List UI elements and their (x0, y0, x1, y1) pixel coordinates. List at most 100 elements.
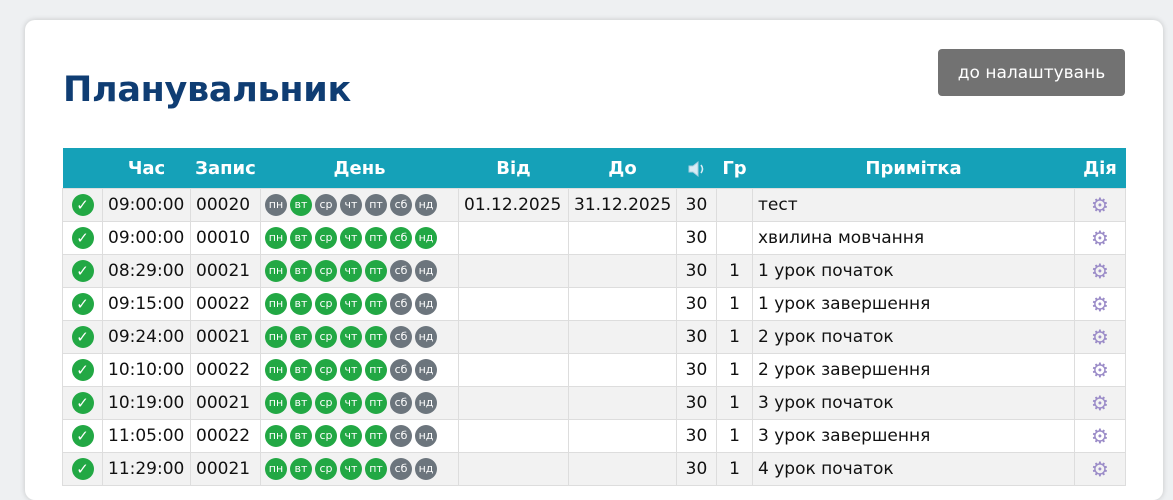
record-cell: 00021 (190, 254, 261, 288)
schedule-table: Час Запис День Від До Гр Примітка Дія ✓ 0… (62, 148, 1126, 486)
day-badge: нд (415, 359, 437, 381)
to-cell (568, 254, 677, 288)
gear-icon[interactable]: ⚙ (1091, 292, 1109, 316)
col-from: Від (458, 148, 569, 189)
enabled-check-icon[interactable]: ✓ (71, 260, 94, 282)
day-badge: пн (265, 425, 287, 447)
status-cell: ✓ (62, 452, 103, 486)
action-cell: ⚙ (1074, 287, 1126, 321)
gear-icon[interactable]: ⚙ (1091, 193, 1109, 217)
col-status (62, 148, 103, 189)
gear-icon[interactable]: ⚙ (1091, 391, 1109, 415)
note-cell: 4 урок початок (752, 452, 1075, 486)
note-cell: 2 урок завершення (752, 353, 1075, 387)
days-cell: пн вт ср чт пт сб нд (260, 221, 459, 255)
day-badge: ср (315, 260, 337, 282)
time-cell: 08:29:00 (102, 254, 191, 288)
day-badge: ср (315, 458, 337, 480)
record-cell: 00022 (190, 353, 261, 387)
gear-icon[interactable]: ⚙ (1091, 457, 1109, 481)
group-cell: 1 (716, 386, 753, 420)
record-cell: 00010 (190, 221, 261, 255)
day-badge: пт (365, 260, 387, 282)
enabled-check-icon[interactable]: ✓ (71, 392, 94, 414)
table-row[interactable]: ✓ 08:29:00 00021 пн вт ср чт пт сб нд 30 1 1 урок по… (62, 254, 1126, 288)
day-badge: пт (365, 227, 387, 249)
status-cell: ✓ (62, 254, 103, 288)
day-badge: вт (290, 425, 312, 447)
day-badge: чт (340, 293, 362, 315)
day-badge: пн (265, 359, 287, 381)
volume-cell: 30 (676, 188, 717, 222)
status-cell: ✓ (62, 386, 103, 420)
settings-button[interactable]: до налаштувань (938, 49, 1125, 96)
table-row[interactable]: ✓ 09:00:00 00020 пн вт ср чт пт сб нд 01.12.2025 31… (62, 188, 1126, 222)
days-cell: пн вт ср чт пт сб нд (260, 419, 459, 453)
to-cell (568, 320, 677, 354)
day-badge: пн (265, 194, 287, 216)
day-badge: сб (390, 458, 412, 480)
time-cell: 09:00:00 (102, 221, 191, 255)
table-row[interactable]: ✓ 09:00:00 00010 пн вт ср чт пт сб нд 30 хвилина мо… (62, 221, 1126, 255)
gear-icon[interactable]: ⚙ (1091, 325, 1109, 349)
enabled-check-icon[interactable]: ✓ (71, 293, 94, 315)
enabled-check-icon[interactable]: ✓ (71, 425, 94, 447)
enabled-check-icon[interactable]: ✓ (71, 194, 94, 216)
enabled-check-icon[interactable]: ✓ (71, 227, 94, 249)
day-badge: сб (390, 392, 412, 414)
action-cell: ⚙ (1074, 386, 1126, 420)
col-days: День (260, 148, 459, 189)
volume-cell: 30 (676, 254, 717, 288)
action-cell: ⚙ (1074, 254, 1126, 288)
day-badge: чт (340, 326, 362, 348)
to-cell: 31.12.2025 (568, 188, 677, 222)
day-badge: чт (340, 392, 362, 414)
group-cell (716, 188, 753, 222)
days-cell: пн вт ср чт пт сб нд (260, 452, 459, 486)
table-row[interactable]: ✓ 11:29:00 00021 пн вт ср чт пт сб нд 30 1 4 урок по… (62, 452, 1126, 486)
day-badge: ср (315, 227, 337, 249)
day-badge: чт (340, 425, 362, 447)
table-row[interactable]: ✓ 10:19:00 00021 пн вт ср чт пт сб нд 30 1 3 урок по… (62, 386, 1126, 420)
status-cell: ✓ (62, 221, 103, 255)
gear-icon[interactable]: ⚙ (1091, 226, 1109, 250)
col-volume (676, 148, 717, 189)
day-badge: пн (265, 227, 287, 249)
day-badge: вт (290, 293, 312, 315)
group-cell: 1 (716, 320, 753, 354)
table-row[interactable]: ✓ 11:05:00 00022 пн вт ср чт пт сб нд 30 1 3 урок за… (62, 419, 1126, 453)
scheduler-card: Планувальник до налаштувань Час Запис Де… (25, 20, 1163, 500)
day-badge: нд (415, 293, 437, 315)
status-cell: ✓ (62, 320, 103, 354)
day-badge: пт (365, 293, 387, 315)
day-badge: сб (390, 425, 412, 447)
record-cell: 00022 (190, 419, 261, 453)
table-row[interactable]: ✓ 09:24:00 00021 пн вт ср чт пт сб нд 30 1 2 урок по… (62, 320, 1126, 354)
table-row[interactable]: ✓ 10:10:00 00022 пн вт ср чт пт сб нд 30 1 2 урок за… (62, 353, 1126, 387)
status-cell: ✓ (62, 353, 103, 387)
day-badge: сб (390, 194, 412, 216)
enabled-check-icon[interactable]: ✓ (71, 359, 94, 381)
volume-cell: 30 (676, 221, 717, 255)
action-cell: ⚙ (1074, 452, 1126, 486)
to-cell (568, 221, 677, 255)
enabled-check-icon[interactable]: ✓ (71, 458, 94, 480)
status-cell: ✓ (62, 419, 103, 453)
time-cell: 10:10:00 (102, 353, 191, 387)
group-cell: 1 (716, 452, 753, 486)
day-badge: пн (265, 260, 287, 282)
col-action: Дія (1074, 148, 1126, 189)
enabled-check-icon[interactable]: ✓ (71, 326, 94, 348)
gear-icon[interactable]: ⚙ (1091, 424, 1109, 448)
day-badge: нд (415, 194, 437, 216)
day-badge: пн (265, 458, 287, 480)
table-row[interactable]: ✓ 09:15:00 00022 пн вт ср чт пт сб нд 30 1 1 урок за… (62, 287, 1126, 321)
col-note: Примітка (752, 148, 1075, 189)
day-badge: чт (340, 227, 362, 249)
time-cell: 11:29:00 (102, 452, 191, 486)
record-cell: 00022 (190, 287, 261, 321)
gear-icon[interactable]: ⚙ (1091, 259, 1109, 283)
day-badge: ср (315, 194, 337, 216)
gear-icon[interactable]: ⚙ (1091, 358, 1109, 382)
day-badge: сб (390, 227, 412, 249)
